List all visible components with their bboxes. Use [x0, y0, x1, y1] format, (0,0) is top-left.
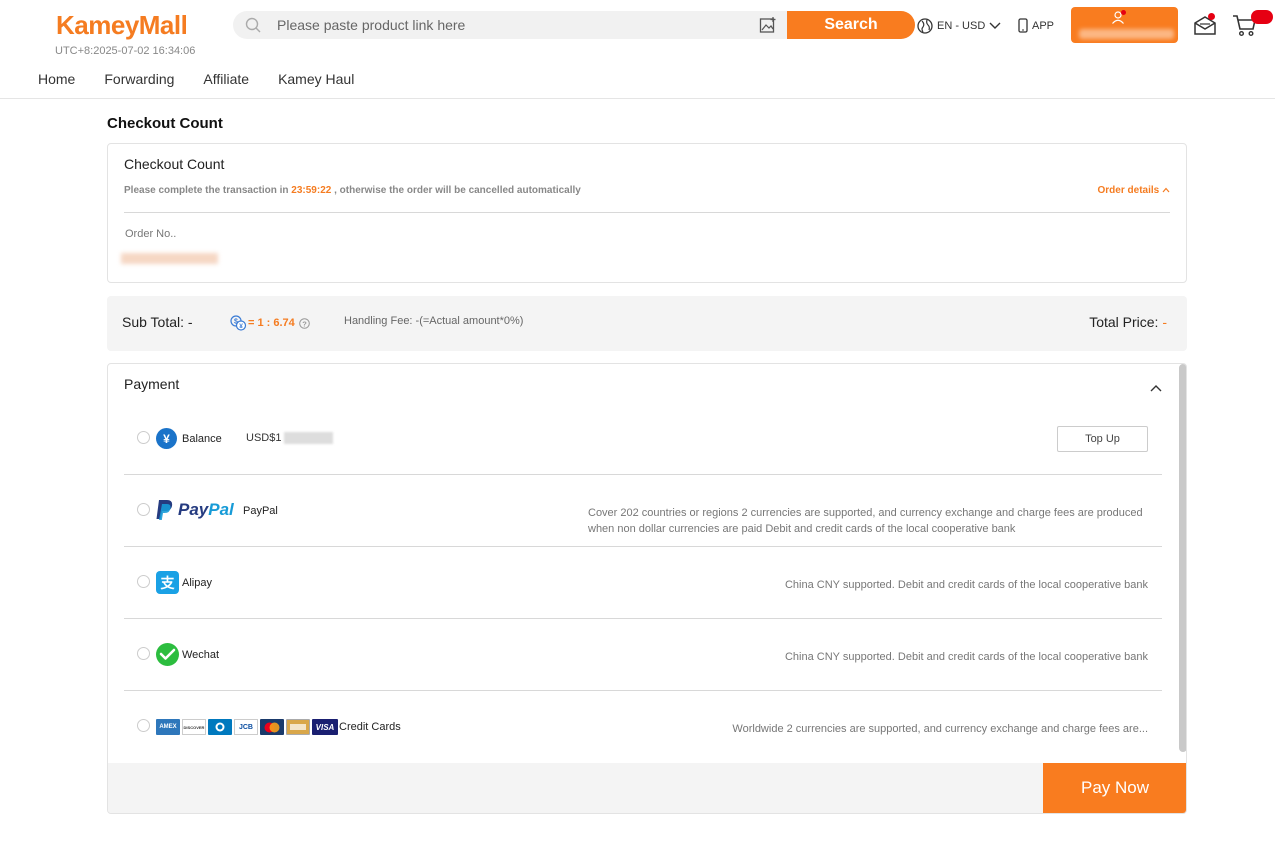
wechat-label: Wechat: [182, 649, 220, 661]
nav-kamey-haul[interactable]: Kamey Haul: [278, 71, 354, 87]
paypal-mark-icon: [156, 500, 173, 520]
notification-dot: [1121, 10, 1126, 15]
svg-text:支: 支: [160, 575, 176, 592]
search-input[interactable]: [277, 11, 747, 39]
credit-cards-description: Worldwide 2 currencies are supported, an…: [732, 723, 1148, 735]
visa-electron-card-icon: [286, 719, 310, 735]
scrollbar[interactable]: [1179, 364, 1186, 752]
order-card-title: Checkout Count: [124, 156, 225, 172]
visa-electron-mark-icon: [290, 724, 306, 730]
app-label: APP: [1032, 19, 1055, 32]
image-search-icon[interactable]: [759, 16, 777, 34]
main-nav: Home Forwarding Affiliate Kamey Haul: [38, 71, 383, 87]
search-bar: Search: [233, 11, 915, 39]
paypal-icon: PayPal: [156, 499, 234, 521]
balance-amount: USD$1: [246, 432, 282, 444]
subtotal: Sub Total: -: [122, 314, 193, 330]
username-redacted: [1079, 29, 1174, 39]
payment-option-paypal[interactable]: PayPal PayPal Cover 202 countries or reg…: [124, 475, 1162, 547]
page-title: Checkout Count: [107, 115, 223, 132]
exchange-rate: $ ¥ = 1 : 6.74 ?: [230, 315, 311, 331]
paypal-description: Cover 202 countries or regions 2 currenc…: [588, 507, 1143, 535]
notice-suffix: , otherwise the order will be cancelled …: [331, 185, 581, 196]
phone-icon: [1018, 18, 1028, 33]
alipay-label: Alipay: [182, 577, 212, 589]
credit-cards-label: Credit Cards: [339, 721, 401, 733]
order-number-redacted: [121, 253, 218, 264]
svg-text:¥: ¥: [163, 432, 170, 446]
payment-option-alipay[interactable]: 支 Alipay China CNY supported. Debit and …: [124, 547, 1162, 619]
currency-exchange-icon: $¥: [230, 315, 247, 331]
totals-bar: Sub Total: - $ ¥ = 1 : 6.74 ? Handling Fe…: [107, 296, 1187, 351]
language-label: EN - USD: [937, 20, 986, 32]
amex-card-icon: AMEX: [156, 719, 180, 735]
svg-text:?: ?: [302, 319, 307, 328]
yen-icon: ¥: [156, 428, 177, 449]
user-account-button[interactable]: [1071, 7, 1178, 43]
order-details-toggle[interactable]: Order details: [1098, 185, 1170, 196]
nav-forwarding[interactable]: Forwarding: [104, 71, 174, 87]
total-price-value: -: [1162, 314, 1167, 330]
chevron-up-icon[interactable]: [1150, 384, 1162, 392]
nav-affiliate[interactable]: Affiliate: [203, 71, 249, 87]
language-currency-selector[interactable]: EN - USD: [917, 18, 1001, 34]
radio-balance[interactable]: [137, 431, 150, 444]
visa-card-icon: VISA: [312, 719, 338, 735]
wechat-icon: [156, 643, 179, 666]
paypal-label: PayPal: [243, 505, 278, 517]
order-number-label: Order No..: [125, 228, 177, 240]
mastercard-mark-icon: [264, 722, 280, 732]
logo[interactable]: KameyMall: [56, 10, 188, 41]
payment-footer-bar: [108, 763, 1186, 813]
messages-badge: [1208, 13, 1215, 20]
diners-card-icon: [208, 719, 232, 735]
alipay-icon: 支: [156, 571, 179, 594]
discover-card-icon: DISCOVER: [182, 719, 206, 735]
total-price: Total Price: -: [1089, 314, 1167, 330]
chevron-up-icon: [1162, 187, 1170, 193]
jcb-card-icon: JCB: [234, 719, 258, 735]
payment-option-credit-cards[interactable]: AMEX DISCOVER JCB VISA Credit Cards Worl…: [124, 691, 1162, 763]
radio-alipay[interactable]: [137, 575, 150, 588]
search-icon: [245, 17, 261, 33]
order-summary-card: Checkout Count Please complete the trans…: [107, 143, 1187, 283]
diners-mark-icon: [215, 722, 225, 732]
order-details-label: Order details: [1097, 185, 1160, 196]
pay-now-button[interactable]: Pay Now: [1043, 763, 1186, 813]
alipay-description: China CNY supported. Debit and credit ca…: [784, 579, 1148, 591]
nav-home[interactable]: Home: [38, 71, 75, 87]
top-up-button[interactable]: Top Up: [1057, 426, 1148, 452]
handling-fee: Handling Fee: -(=Actual amount*0%): [344, 315, 524, 327]
svg-text:¥: ¥: [239, 323, 243, 330]
mastercard-icon: [260, 719, 284, 735]
paypal-logo-text: PayPal: [178, 500, 234, 519]
total-price-label: Total Price:: [1089, 314, 1163, 330]
payment-deadline-notice: Please complete the transaction in 23:59…: [124, 185, 581, 196]
server-datetime: UTC+8:2025-07-02 16:34:06: [55, 45, 196, 57]
help-icon[interactable]: ?: [298, 317, 310, 329]
notice-prefix: Please complete the transaction in: [124, 185, 292, 196]
wechat-description: China CNY supported. Debit and credit ca…: [784, 651, 1148, 663]
payment-title: Payment: [124, 376, 180, 392]
balance-label: Balance: [182, 433, 222, 445]
chevron-down-icon: [989, 22, 1001, 29]
payment-section: Payment ¥ Balance USD$1 Top Up PayPal Pa…: [107, 363, 1187, 814]
order-card-divider: [124, 212, 1170, 213]
balance-redacted: [284, 432, 333, 444]
cart-count-badge: [1251, 10, 1273, 24]
payment-option-balance[interactable]: ¥ Balance USD$1 Top Up: [124, 403, 1162, 475]
payment-option-wechat[interactable]: Wechat China CNY supported. Debit and cr…: [124, 619, 1162, 691]
radio-paypal[interactable]: [137, 503, 150, 516]
radio-credit-cards[interactable]: [137, 719, 150, 732]
countdown-timer: 23:59:22: [291, 185, 332, 196]
header-divider: [0, 98, 1275, 99]
exchange-rate-value: = 1 : 6.74: [248, 317, 295, 329]
search-button[interactable]: Search: [787, 11, 915, 39]
globe-icon: [917, 18, 933, 34]
app-download-link[interactable]: APP: [1018, 18, 1054, 33]
radio-wechat[interactable]: [137, 647, 150, 660]
credit-cards-icon: AMEX DISCOVER JCB VISA: [156, 719, 338, 735]
